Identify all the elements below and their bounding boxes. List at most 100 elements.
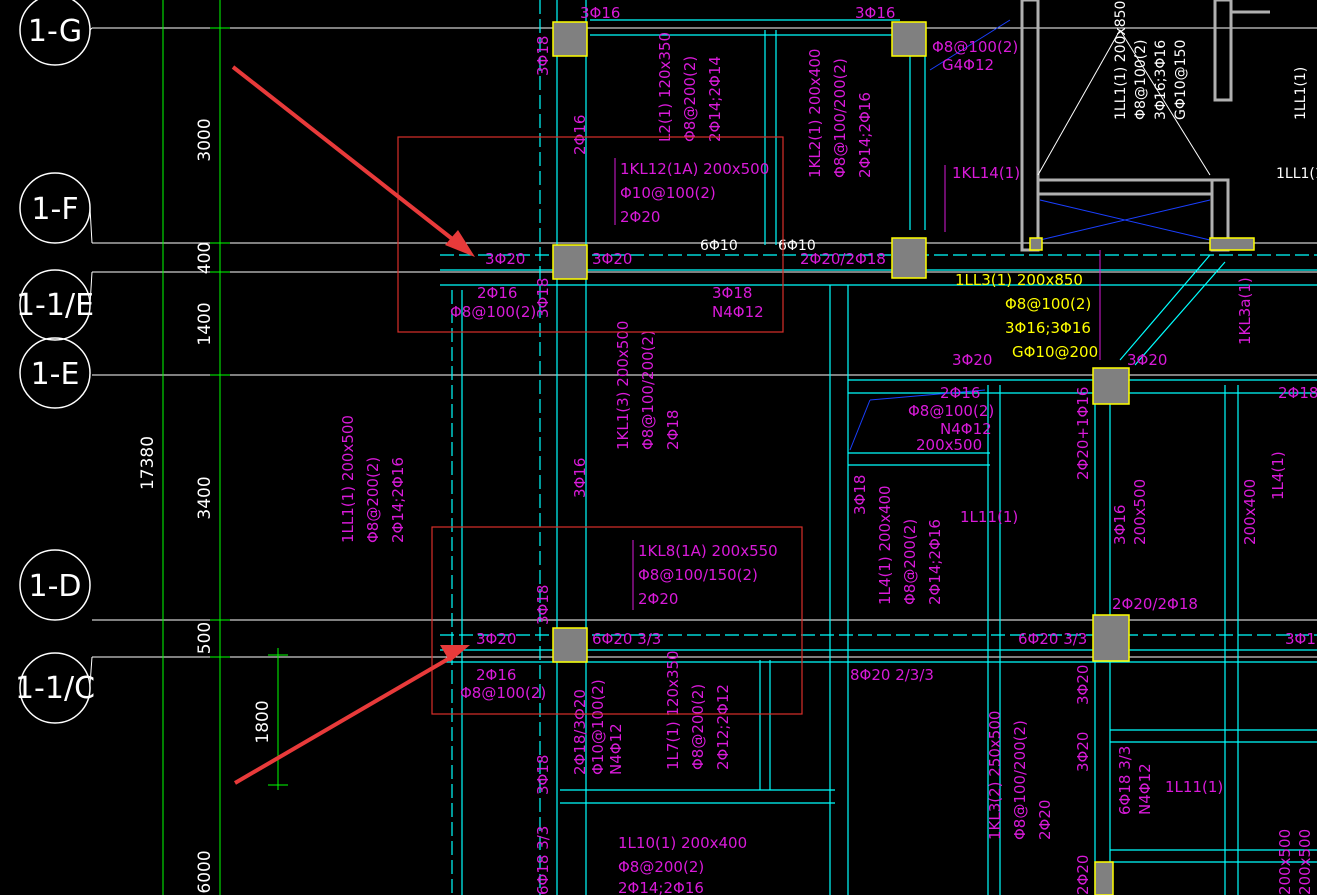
- rebar-label: Φ8@100(2): [932, 38, 1018, 56]
- shear-walls: [1020, 0, 1270, 252]
- rebar-label: 200x500: [1131, 479, 1149, 545]
- rebar-label: 3Φ20: [1074, 732, 1092, 772]
- grid-label: 1-G: [28, 14, 82, 49]
- rebar-label: 2Φ20+1Φ16: [1074, 387, 1092, 480]
- beam-kl12-name: 1KL12(1A) 200x500: [620, 160, 769, 178]
- rebar-label: 2Φ16: [477, 284, 517, 302]
- beam-kl8-stirrup: Φ8@100/150(2): [638, 566, 758, 584]
- rebar-label: 2Φ20/2Φ18: [800, 250, 886, 268]
- beam-l2-name: L2(1) 120x350: [656, 32, 674, 142]
- rebar-label: 3Φ18: [534, 585, 552, 625]
- beam-ll1-stirrup: Φ8@200(2): [364, 457, 382, 543]
- red-arrow-top: [231, 65, 475, 257]
- beam-ll1-bars: 2Φ14;2Φ16: [389, 457, 407, 543]
- grid-label: 1-E: [31, 357, 80, 392]
- dim-1800: 1800: [253, 700, 273, 743]
- rebar-label: 200x400: [1241, 479, 1259, 545]
- beam-l11: 1L11(1): [960, 508, 1018, 526]
- dim-400: 400: [195, 242, 215, 274]
- grid-label: 1-1/C: [15, 671, 95, 706]
- beam-kl3a: 1KL3a(1): [1236, 277, 1254, 345]
- beam-l10-name: 1L10(1) 200x400: [618, 834, 747, 852]
- rebar-label: 3Φ20: [1074, 665, 1092, 705]
- rebar-label: 3Φ20: [952, 351, 992, 369]
- beam-kl1-bars: 2Φ18: [664, 410, 682, 450]
- rebar-label: G4Φ12: [942, 56, 994, 74]
- dim-1400: 1400: [195, 302, 215, 345]
- grid-lines: [92, 27, 1317, 658]
- rebar-label: N4Φ12: [712, 303, 764, 321]
- dim-3000: 3000: [195, 118, 215, 161]
- beam-l4-name: 1L4(1) 200x400: [876, 485, 894, 605]
- beam-l14: 1L4(1): [1269, 451, 1287, 500]
- rebar-label: 3Φ18: [534, 278, 552, 318]
- rebar-label: 2Φ18/3Φ20: [571, 689, 589, 775]
- beam-kl2-stirrup: Φ8@100/200(2): [831, 58, 849, 178]
- beam-kl8-name: 1KL8(1A) 200x550: [638, 542, 778, 560]
- grid-bubble-1-1C: 1-1/C: [15, 652, 95, 724]
- rebar-label: 6Φ18 3/3: [534, 826, 552, 895]
- beam-ll1r-stirrup: Φ8@100(2): [1133, 40, 1149, 120]
- grid-bubble-1-D: 1-D: [19, 549, 91, 621]
- grid-bubble-1-F: 1-F: [19, 172, 91, 244]
- grid-label: 1-F: [31, 192, 78, 227]
- beam-kl3-bars: 2Φ20: [1036, 800, 1054, 840]
- beam-ll1-cut: 1LL1(1: [1276, 166, 1317, 182]
- rebar-label: 3Φ16: [855, 4, 895, 22]
- rebar-label: 2Φ16: [476, 666, 516, 684]
- beam-l7-bars: 2Φ12;2Φ12: [714, 684, 732, 770]
- beam-kl3-name: 1KL3(2) 250x500: [986, 711, 1004, 840]
- beam-l10-stirrup: Φ8@200(2): [618, 858, 704, 876]
- rebar-label: 3Φ20: [485, 250, 525, 268]
- rebar-label: 6Φ18 3/3: [1116, 746, 1134, 815]
- beam-kl14: 1KL14(1): [952, 164, 1020, 182]
- beam-l11b: 1L11(1): [1165, 778, 1223, 796]
- beam-l4-stirrup: Φ8@200(2): [901, 519, 919, 605]
- rebar-label: 3Φ18: [534, 36, 552, 76]
- beam-l7-stirrup: Φ8@200(2): [689, 684, 707, 770]
- rebar-label: 6Φ20 3/3: [1018, 630, 1087, 648]
- dim-total-17380: 17380: [138, 436, 158, 490]
- beam-l10-bars: 2Φ14;2Φ16: [618, 879, 704, 895]
- beam-kl1-name: 1KL1(3) 200x500: [614, 321, 632, 450]
- beam-l4-bars: 2Φ14;2Φ16: [926, 519, 944, 605]
- rebar-label: 3Φ16: [1111, 505, 1129, 545]
- rebar-label: N4Φ12: [607, 723, 625, 775]
- beam-ll3-bars: 3Φ16;3Φ16: [1005, 319, 1091, 337]
- grid-bubble-1-E: 1-E: [19, 337, 91, 409]
- rebar-label: 2Φ16: [940, 384, 980, 402]
- beam-ll-cut: 1LL1(1): [1293, 67, 1309, 120]
- beam-kl3-stirrup: Φ8@100/200(2): [1011, 720, 1029, 840]
- beam-l2-stirrup: Φ8@200(2): [681, 56, 699, 142]
- cad-drawing-canvas[interactable]: 1-G 1-F 1-1/E 1-E 1-D 1-1/C 3000 400 140…: [0, 0, 1317, 895]
- rebar-label: 2Φ18: [1278, 384, 1317, 402]
- beam-ll1r-name: 1LL1(1) 200x850: [1113, 1, 1129, 120]
- beam-ll3-stirrup: Φ8@100(2): [1005, 295, 1091, 313]
- rebar-label: 3Φ16: [580, 4, 620, 22]
- rebar-label: 6Φ10: [700, 238, 738, 254]
- beam-kl3-cut: 200x500: [1296, 829, 1314, 895]
- grid-label: 1-D: [28, 569, 81, 604]
- rebar-label: Φ8@100(2): [460, 684, 546, 702]
- beam-ll3-name: 1LL3(1) 200x850: [955, 271, 1083, 289]
- rebar-label: N4Φ12: [1136, 763, 1154, 815]
- rebar-label: 8Φ20 2/3/3: [850, 666, 934, 684]
- beam-kl8-bars: 2Φ20: [638, 590, 678, 608]
- rebar-label: 2Φ20: [1074, 855, 1092, 895]
- rebar-label: 3Φ16: [571, 458, 589, 498]
- beam-kl1-stirrup: Φ8@100/200(2): [639, 330, 657, 450]
- rebar-label: 3Φ18: [851, 475, 869, 515]
- rebar-label: Φ8@100(2): [908, 402, 994, 420]
- grid-label: 1-1/E: [16, 288, 94, 323]
- beam-ll3-g: GΦ10@200: [1012, 343, 1098, 361]
- grid-bubble-1-G: 1-G: [19, 0, 91, 66]
- grid-bubble-1-1E: 1-1/E: [16, 269, 94, 341]
- dim-3400: 3400: [195, 476, 215, 519]
- beam-l2-bars: 2Φ14;2Φ14: [706, 56, 724, 142]
- dimension-lines: [162, 0, 288, 895]
- dim-500: 500: [195, 622, 215, 654]
- rebar-label: 200x500: [916, 436, 982, 454]
- beam-kl2-name: 1KL2(1) 200x400: [806, 49, 824, 178]
- rebar-label: 3Φ18: [534, 755, 552, 795]
- beam-ll1r-bars: 3Φ16;3Φ16: [1153, 40, 1169, 120]
